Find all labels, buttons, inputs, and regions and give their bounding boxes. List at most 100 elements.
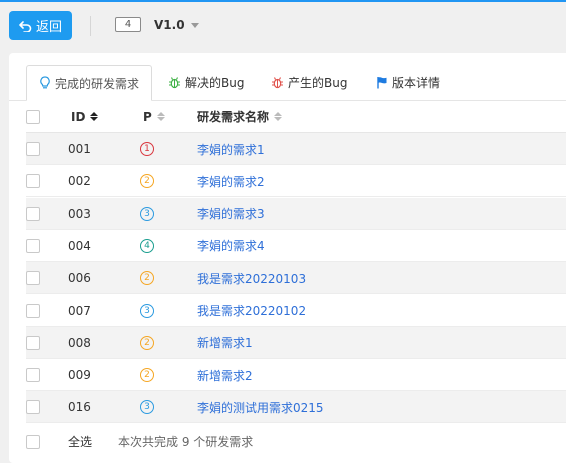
tab-bar: 完成的研发需求 解决的Bug 产生的Bug 版本详情: [26, 65, 566, 101]
priority-badge: 3: [140, 400, 154, 415]
requirement-link[interactable]: 李娟的需求4: [197, 237, 265, 254]
tab-label: 产生的Bug: [288, 75, 348, 90]
row-id: 009: [68, 368, 91, 383]
row-checkbox[interactable]: [26, 368, 40, 383]
row-name-cell: 李娟的测试用需求0215: [197, 391, 324, 423]
version-select-value: V1.0: [154, 18, 185, 32]
table-row[interactable]: 009 2 新增需求2: [26, 359, 566, 392]
table-row[interactable]: 002 2 李娟的需求2: [26, 165, 566, 198]
back-button[interactable]: 返回: [9, 11, 72, 40]
row-id: 002: [68, 174, 91, 189]
priority-badge: 2: [140, 271, 154, 286]
row-id: 001: [68, 142, 91, 156]
requirement-link[interactable]: 新增需求2: [197, 367, 253, 384]
row-priority-cell: 2: [140, 327, 154, 359]
table-footer: 全选 本次共完成 9 个研发需求: [26, 424, 566, 460]
row-checkbox[interactable]: [26, 142, 40, 156]
requirement-link[interactable]: 李娟的需求1: [197, 141, 265, 158]
bug-icon: [168, 76, 181, 89]
requirement-link[interactable]: 新增需求1: [197, 334, 253, 351]
completion-summary: 本次共完成 9 个研发需求: [118, 435, 254, 450]
column-name-label: 研发需求名称: [197, 110, 270, 124]
row-name-cell: 李娟的需求3: [197, 198, 265, 230]
row-checkbox[interactable]: [26, 174, 40, 189]
row-id: 016: [68, 400, 91, 415]
sort-icon: [156, 112, 165, 121]
requirement-link[interactable]: 李娟的需求3: [197, 205, 265, 222]
row-priority-cell: 3: [140, 391, 154, 423]
table-row[interactable]: 001 1 李娟的需求1: [26, 133, 566, 165]
table-header: ID P 研发需求名称: [26, 101, 566, 133]
row-checkbox[interactable]: [26, 303, 40, 318]
row-priority-cell: 2: [140, 165, 154, 197]
requirement-link[interactable]: 我是需求20220102: [197, 302, 306, 319]
row-checkbox[interactable]: [26, 400, 40, 415]
row-checkbox[interactable]: [26, 335, 40, 350]
priority-badge: 3: [140, 206, 154, 221]
row-name-cell: 李娟的需求4: [197, 230, 265, 262]
row-name-cell: 李娟的需求2: [197, 165, 265, 197]
row-name-cell: 新增需求1: [197, 327, 253, 359]
return-icon: [19, 20, 32, 32]
priority-badge: 1: [140, 142, 154, 156]
row-priority-cell: 4: [140, 230, 154, 262]
select-all-label[interactable]: 全选: [68, 433, 92, 450]
sort-icon: [274, 112, 283, 121]
row-name-cell: 新增需求2: [197, 359, 253, 391]
sort-icon: [90, 112, 99, 121]
column-priority-label: P: [143, 109, 152, 124]
header-checkbox[interactable]: [26, 110, 40, 124]
row-priority-cell: 2: [140, 262, 154, 294]
toolbar-divider: [90, 16, 91, 36]
tab-resolved-bugs[interactable]: 解决的Bug: [168, 65, 244, 99]
table-row[interactable]: 004 4 李娟的需求4: [26, 230, 566, 262]
column-id[interactable]: ID: [71, 101, 99, 132]
priority-badge: 3: [140, 303, 154, 318]
priority-badge: 4: [140, 238, 154, 253]
column-priority[interactable]: P: [143, 101, 165, 132]
tab-label: 版本详情: [392, 75, 441, 90]
row-id: 008: [68, 335, 91, 350]
column-name[interactable]: 研发需求名称: [197, 101, 283, 132]
version-select[interactable]: V1.0: [154, 16, 199, 34]
back-button-label: 返回: [35, 20, 62, 35]
table-row[interactable]: 007 3 我是需求20220102: [26, 295, 566, 327]
row-id: 004: [68, 238, 91, 253]
requirement-link[interactable]: 李娟的需求2: [197, 173, 265, 190]
tab-version-details[interactable]: 版本详情: [376, 65, 440, 99]
tab-label: 完成的研发需求: [54, 76, 139, 91]
row-name-cell: 李娟的需求1: [197, 133, 265, 165]
table-row[interactable]: 008 2 新增需求1: [26, 326, 566, 359]
priority-badge: 2: [140, 335, 154, 350]
row-priority-cell: 1: [140, 133, 154, 165]
requirement-link[interactable]: 我是需求20220103: [197, 270, 306, 287]
tab-created-bugs[interactable]: 产生的Bug: [271, 65, 347, 99]
requirement-link[interactable]: 李娟的测试用需求0215: [197, 399, 324, 416]
row-id: 003: [68, 206, 91, 221]
priority-badge: 2: [140, 368, 154, 383]
row-checkbox[interactable]: [26, 271, 40, 286]
row-priority-cell: 2: [140, 359, 154, 391]
toolbar: 返回 4 V1.0: [0, 2, 566, 48]
row-name-cell: 我是需求20220103: [197, 262, 306, 294]
lightbulb-icon: [39, 76, 51, 90]
version-count-badge: 4: [115, 17, 141, 32]
table-row[interactable]: 006 2 我是需求20220103: [26, 262, 566, 295]
table-row[interactable]: 003 3 李娟的需求3: [26, 197, 566, 230]
content-panel: 完成的研发需求 解决的Bug 产生的Bug 版本详情 ID P 研发需求名称 0…: [9, 53, 566, 463]
priority-badge: 2: [140, 174, 154, 189]
row-name-cell: 我是需求20220102: [197, 295, 306, 327]
flag-icon: [376, 76, 388, 89]
select-all-checkbox[interactable]: [26, 434, 40, 449]
row-checkbox[interactable]: [26, 206, 40, 221]
row-priority-cell: 3: [140, 198, 154, 230]
caret-down-icon: [190, 22, 199, 28]
column-id-label: ID: [71, 109, 86, 124]
tab-label: 解决的Bug: [185, 75, 245, 90]
row-priority-cell: 3: [140, 295, 154, 327]
row-checkbox[interactable]: [26, 238, 40, 253]
row-id: 007: [68, 303, 91, 318]
bug-icon: [271, 76, 284, 89]
table-row[interactable]: 016 3 李娟的测试用需求0215: [26, 391, 566, 424]
tab-completed-requirements[interactable]: 完成的研发需求: [26, 65, 152, 101]
